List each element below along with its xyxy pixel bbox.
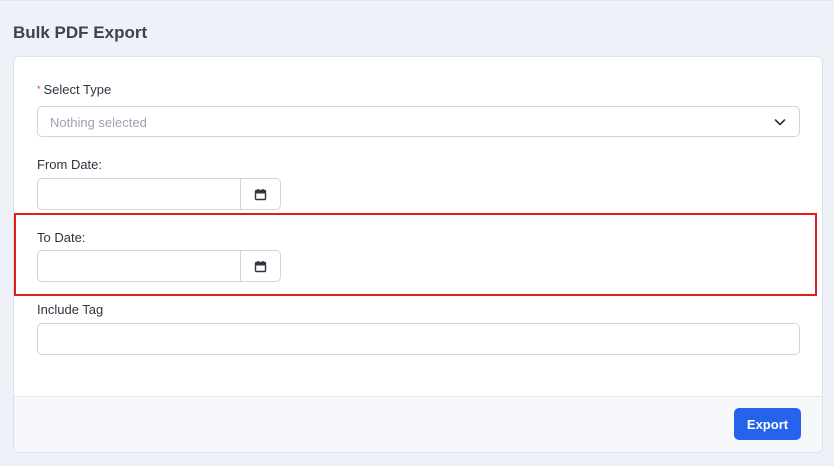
export-button[interactable]: Export (734, 408, 801, 440)
from-date-input[interactable] (38, 179, 240, 209)
select-type-dropdown[interactable]: Nothing selected (37, 106, 800, 137)
bulk-pdf-export-page: Bulk PDF Export * Select Type Nothing sel… (0, 0, 834, 466)
from-date-group (37, 178, 281, 210)
required-marker: * (37, 84, 41, 94)
select-type-value: Nothing selected (50, 115, 147, 130)
chevron-down-icon (774, 119, 786, 126)
export-form-card: * Select Type Nothing selected From Date:… (13, 56, 823, 453)
to-date-picker-button[interactable] (240, 251, 280, 281)
page-title: Bulk PDF Export (13, 23, 148, 42)
include-tag-input[interactable] (37, 323, 800, 355)
to-date-group (37, 250, 281, 282)
calendar-icon (254, 260, 267, 272)
select-type-label-text: Select Type (43, 82, 112, 97)
select-type-label: * Select Type (37, 82, 111, 97)
to-date-label: To Date: (37, 230, 86, 245)
card-footer: Export (14, 396, 822, 452)
to-date-input[interactable] (38, 251, 240, 281)
calendar-icon (254, 188, 267, 200)
from-date-label: From Date: (37, 157, 103, 172)
from-date-picker-button[interactable] (240, 179, 280, 209)
include-tag-label: Include Tag (37, 302, 104, 317)
